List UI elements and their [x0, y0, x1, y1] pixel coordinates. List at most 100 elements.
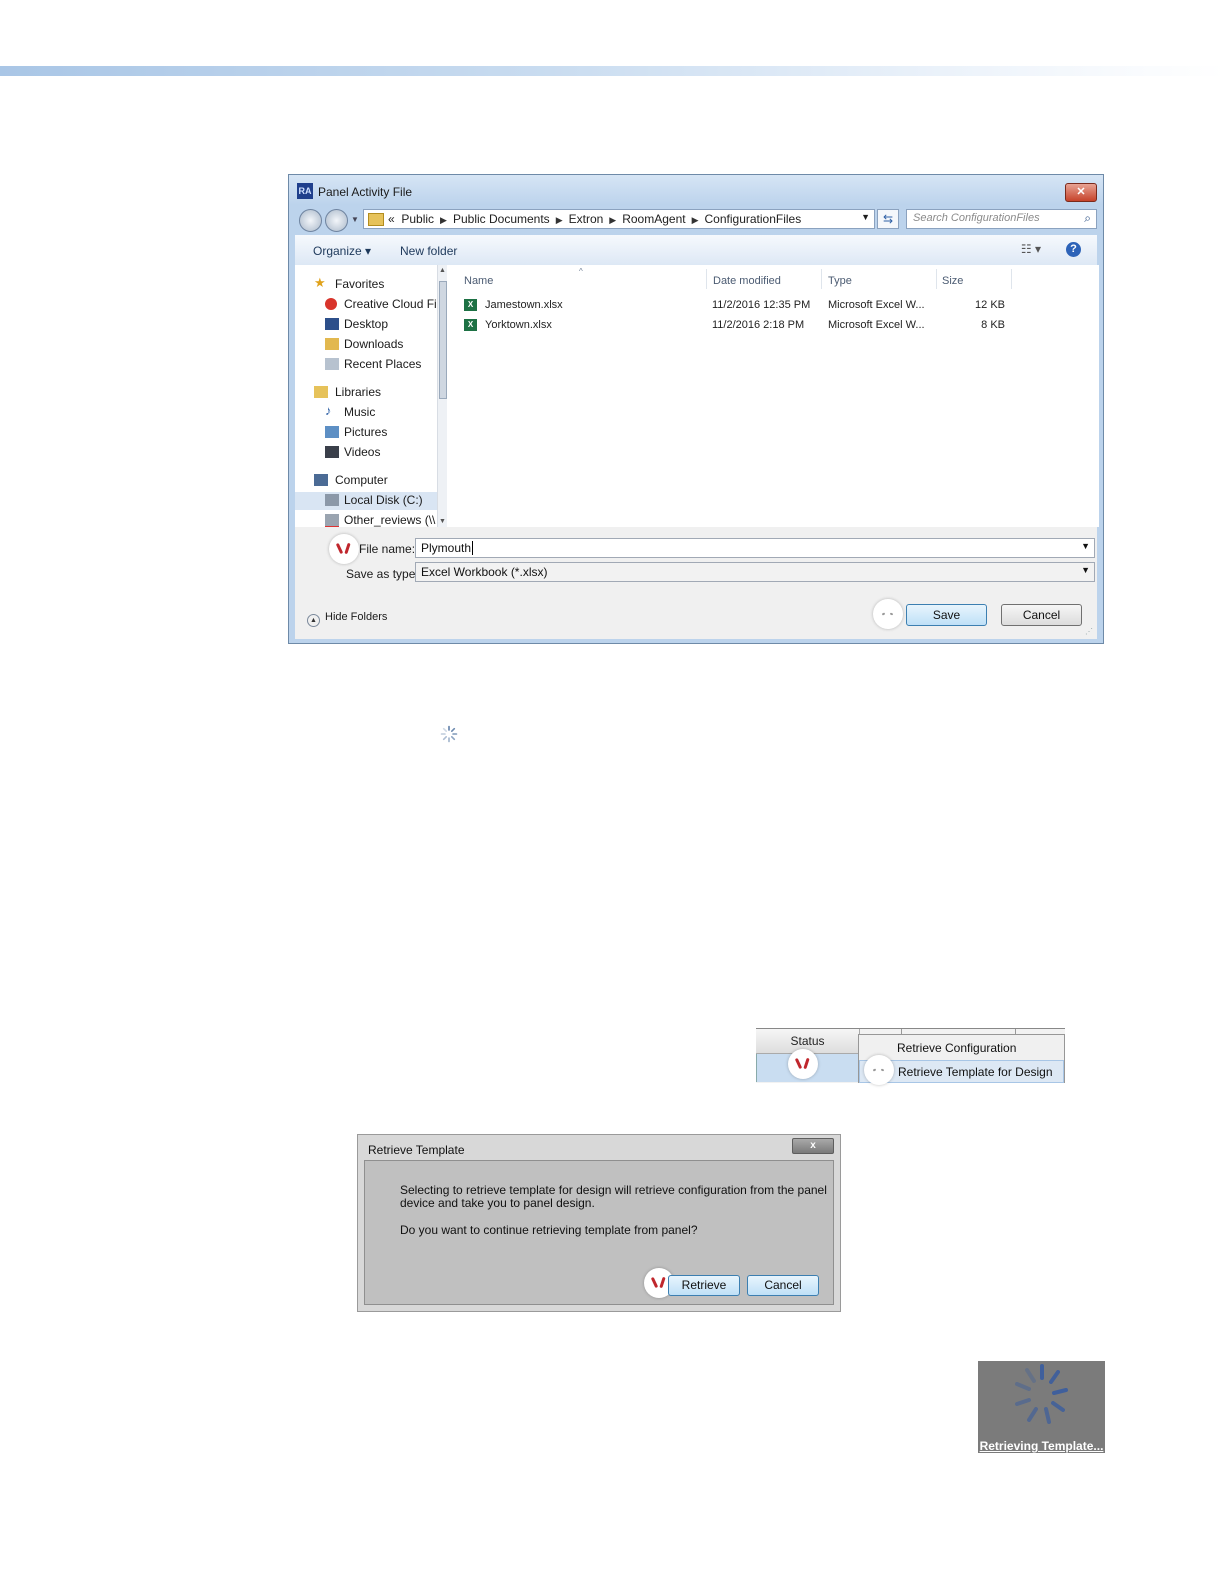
column-size[interactable]: Size: [942, 275, 963, 287]
nav-downloads[interactable]: Downloads: [325, 337, 403, 351]
file-size: 12 KB: [975, 299, 1005, 311]
breadcrumb-configurationfiles[interactable]: ConfigurationFiles: [705, 212, 802, 226]
cancel-button[interactable]: Cancel: [1001, 604, 1082, 626]
nav-pictures[interactable]: Pictures: [325, 425, 387, 439]
file-name-value: Plymouth: [421, 541, 472, 555]
column-date-modified[interactable]: Date modified: [713, 275, 781, 287]
hide-folders-toggle[interactable]: ▲ Hide Folders: [307, 611, 387, 627]
nav-music[interactable]: ♪ Music: [325, 403, 375, 419]
help-icon[interactable]: ?: [1066, 242, 1081, 257]
nav-libraries[interactable]: Libraries: [314, 385, 381, 399]
libraries-icon: [314, 386, 328, 398]
file-name: Jamestown.xlsx: [485, 299, 563, 311]
retrieve-button[interactable]: Retrieve: [668, 1275, 740, 1296]
scroll-thumb[interactable]: [439, 281, 447, 399]
music-icon: ♪: [325, 403, 332, 418]
excel-file-icon: X: [464, 299, 477, 311]
nav-videos[interactable]: Videos: [325, 445, 380, 459]
nav-creative-cloud[interactable]: Creative Cloud Fi: [325, 297, 437, 311]
save-type-label: Save as type:: [346, 567, 419, 581]
navigation-row: ▼ « Public ▶ Public Documents ▶ Extron ▶ RoomA…: [289, 205, 1103, 233]
refresh-icon[interactable]: ⇆: [877, 209, 899, 229]
drive-icon: [325, 494, 339, 506]
excel-file-icon: X: [464, 319, 477, 331]
search-placeholder: Search ConfigurationFiles: [913, 212, 1040, 224]
chevron-right-icon[interactable]: ▶: [550, 215, 569, 225]
search-icon[interactable]: ⌕: [1084, 211, 1091, 226]
computer-icon: [314, 474, 328, 486]
view-options-icon[interactable]: ☷ ▾: [1021, 242, 1041, 256]
navigation-pane: ★ Favorites Creative Cloud Fi Desktop Dow…: [295, 265, 447, 527]
app-icon: RA: [297, 183, 313, 199]
retrieve-template-dialog: Retrieve Template x Selecting to retriev…: [357, 1134, 841, 1312]
breadcrumb-roomagent[interactable]: RoomAgent: [622, 212, 685, 226]
chevron-right-icon[interactable]: ▶: [434, 215, 453, 225]
table-row[interactable]: X Yorktown.xlsx 11/2/2016 2:18 PM Micros…: [447, 316, 1099, 334]
organize-button[interactable]: Organize ▾: [313, 244, 371, 258]
cancel-button[interactable]: Cancel: [747, 1275, 819, 1296]
scroll-up-icon[interactable]: ▲: [439, 267, 446, 274]
dialog-body: Selecting to retrieve template for desig…: [364, 1160, 834, 1305]
nav-scrollbar[interactable]: ▲ ▼: [437, 265, 447, 527]
chevron-right-icon[interactable]: ▶: [686, 215, 705, 225]
file-name-field[interactable]: Plymouth ▼: [415, 538, 1095, 558]
column-name[interactable]: Name: [464, 275, 493, 287]
dialog-title: Panel Activity File: [318, 185, 413, 199]
forward-button[interactable]: [325, 209, 348, 232]
dialog-message-line2: device and take you to panel design.: [400, 1196, 595, 1210]
back-button[interactable]: [299, 209, 322, 232]
breadcrumb-overflow[interactable]: «: [388, 212, 395, 226]
callout-marker: [873, 599, 903, 629]
nav-other-reviews[interactable]: Other_reviews (\\: [325, 513, 435, 527]
creative-cloud-icon: [325, 298, 337, 310]
scroll-down-icon[interactable]: ▼: [439, 518, 446, 525]
resize-grip-icon[interactable]: ⋰: [1085, 627, 1093, 636]
breadcrumb-public-documents[interactable]: Public Documents: [453, 212, 550, 226]
file-name-label: File name:: [359, 542, 416, 556]
nav-local-disk[interactable]: Local Disk (C:): [325, 493, 423, 507]
close-button[interactable]: ✕: [1065, 183, 1097, 202]
column-divider[interactable]: [821, 269, 822, 289]
breadcrumb-extron[interactable]: Extron: [569, 212, 604, 226]
header-gradient-bar: [0, 66, 1224, 76]
menu-item-retrieve-configuration[interactable]: Retrieve Configuration: [859, 1037, 1064, 1060]
chevron-down-icon[interactable]: ▼: [1081, 565, 1090, 575]
address-bar[interactable]: « Public ▶ Public Documents ▶ Extron ▶ RoomAge…: [363, 209, 875, 229]
loading-spinner-icon: [1015, 1364, 1068, 1424]
chevron-down-icon[interactable]: ▼: [1081, 541, 1090, 551]
breadcrumb: « Public ▶ Public Documents ▶ Extron ▶ RoomAge…: [388, 212, 801, 226]
pictures-icon: [325, 426, 339, 438]
videos-icon: [325, 446, 339, 458]
chevron-right-icon[interactable]: ▶: [603, 215, 622, 225]
search-input[interactable]: Search ConfigurationFiles ⌕: [906, 209, 1097, 229]
save-options-area: File name: Plymouth ▼ Save as type: Exce…: [295, 527, 1097, 639]
folder-icon: [368, 213, 384, 226]
column-divider[interactable]: [936, 269, 937, 289]
save-button[interactable]: Save: [906, 604, 987, 626]
dialog-titlebar: RA Panel Activity File ✕: [289, 175, 1103, 205]
downloads-icon: [325, 338, 339, 350]
new-folder-button[interactable]: New folder: [400, 244, 457, 258]
nav-favorites[interactable]: ★ Favorites: [314, 275, 384, 291]
retrieving-template-overlay: Retrieving Template...: [978, 1361, 1105, 1453]
column-divider[interactable]: [1011, 269, 1012, 289]
loading-spinner-icon: [440, 725, 458, 743]
nav-recent-places[interactable]: Recent Places: [325, 357, 421, 371]
breadcrumb-public[interactable]: Public: [401, 212, 434, 226]
nav-computer[interactable]: Computer: [314, 473, 388, 487]
recent-locations-icon[interactable]: ▼: [351, 215, 359, 224]
nav-desktop[interactable]: Desktop: [325, 317, 388, 331]
save-file-dialog: RA Panel Activity File ✕ ▼ « Public ▶ Publ…: [288, 174, 1104, 644]
file-name: Yorktown.xlsx: [485, 319, 552, 331]
table-row[interactable]: X Jamestown.xlsx 11/2/2016 12:35 PM Micr…: [447, 296, 1099, 314]
close-button[interactable]: x: [792, 1138, 834, 1154]
callout-marker: [329, 534, 359, 564]
recent-places-icon: [325, 358, 339, 370]
chevron-down-icon[interactable]: ▼: [861, 212, 870, 222]
callout-marker: [788, 1049, 818, 1079]
dialog-title: Retrieve Template: [368, 1143, 465, 1157]
column-type[interactable]: Type: [828, 275, 852, 287]
save-type-select[interactable]: Excel Workbook (*.xlsx) ▼: [415, 562, 1095, 582]
collapse-icon: ▲: [307, 614, 320, 627]
column-divider[interactable]: [706, 269, 707, 289]
